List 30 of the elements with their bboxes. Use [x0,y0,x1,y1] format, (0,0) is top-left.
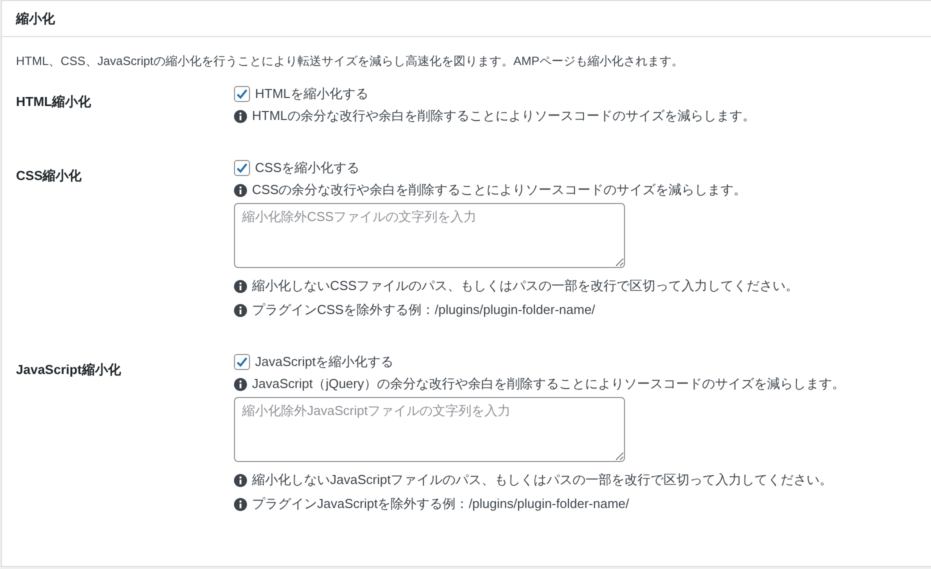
setting-label: CSS縮小化 [16,168,82,183]
info-icon [234,498,247,510]
help-text: 縮小化しないJavaScriptファイルのパス、もしくはパスの一部を改行で区切って入力してください。 [252,471,833,490]
help-text: 縮小化しないCSSファイルのパス、もしくはパスの一部を改行で区切って入力してください。 [252,277,799,296]
info-icon [234,378,247,390]
checkmark-icon [236,356,248,368]
checkmark-icon [236,88,248,100]
info-icon [234,304,247,316]
help-text: CSSの余分な改行や余白を削除することによりソースコードのサイズを減らします。 [252,181,747,200]
help-text: プラグインCSSを除外する例：/plugins/plugin-folder-name/ [252,301,596,320]
panel-title: 縮小化 [16,10,55,28]
info-icon [234,280,247,292]
info-icon [234,474,247,486]
help-text: HTMLの余分な改行や余白を削除することによりソースコードのサイズを減らします。 [252,107,756,126]
exclude-list-field[interactable]: 縮小化除外JavaScriptファイルの文字列を入力 [234,397,625,462]
help-text: JavaScript（jQuery）の余分な改行や余白を削除することによりソースコードのサイズを減らします。 [252,375,845,394]
setting-label: HTML縮小化 [16,94,92,109]
checkmark-icon [236,162,248,174]
checkbox-label: JavaScriptを縮小化する [255,353,394,372]
checkbox-label: CSSを縮小化する [255,159,360,178]
setting-label: JavaScript縮小化 [16,362,121,377]
panel-description: HTML、CSS、JavaScriptの縮小化を行うことにより転送サイズを減らし高速化を図ります。AMPページも縮小化されます。 [15,53,684,70]
info-icon [234,110,247,122]
exclude-list-field[interactable]: 縮小化除外CSSファイルの文字列を入力 [234,203,625,268]
info-icon [234,184,247,196]
checkbox-label: HTMLを縮小化する [255,85,368,104]
checkbox[interactable] [234,354,250,370]
help-text: プラグインJavaScriptを除外する例：/plugins/plugin-folder-name/ [252,495,630,514]
checkbox[interactable] [234,160,250,176]
checkbox[interactable] [234,86,250,102]
